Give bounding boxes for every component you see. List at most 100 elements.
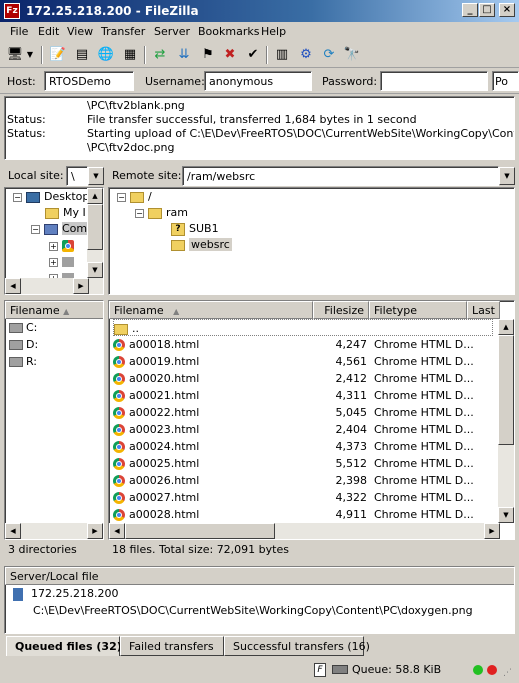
remote-list-hscroll[interactable]: ◀ ▶ <box>109 523 500 539</box>
remote-col-filesize[interactable]: Filesize <box>313 301 369 319</box>
chrome-html-icon <box>113 492 125 504</box>
chrome-html-icon <box>113 339 125 351</box>
toggle-queue-icon[interactable]: ▦ <box>120 45 140 65</box>
tree-item-root[interactable]: − / <box>117 189 152 205</box>
menu-help[interactable]: Help <box>261 25 286 38</box>
tree-item-mydocs[interactable]: My I <box>45 205 86 221</box>
maximize-button[interactable]: □ <box>479 3 495 17</box>
disconnect-icon[interactable]: ✖ <box>220 45 240 65</box>
tree-item-websrc[interactable]: websrc <box>171 237 232 253</box>
table-row[interactable]: a00028.html 4,911 Chrome HTML D... <box>109 506 499 523</box>
table-row[interactable]: a00025.html 5,512 Chrome HTML D... <box>109 455 499 472</box>
local-col-filename[interactable]: Filename ▲ <box>5 301 103 319</box>
table-row[interactable]: a00027.html 4,322 Chrome HTML D... <box>109 489 499 506</box>
list-item[interactable]: D: <box>9 336 38 353</box>
reconnect-icon[interactable]: ✔ <box>243 45 263 65</box>
file-size: 4,373 <box>335 440 368 453</box>
resize-grip-icon[interactable]: ⋰ <box>503 668 515 680</box>
toggle-tree-local-icon[interactable]: ▤ <box>72 45 92 65</box>
file-name: a00018.html <box>129 338 200 351</box>
local-file-list[interactable]: Filename ▲ C: D: R: ◀ ▶ <box>4 300 104 540</box>
local-site-dropdown-icon[interactable]: ▼ <box>88 167 104 185</box>
remote-site-label: Remote site: <box>112 169 182 182</box>
tree-item-computer[interactable]: − Com <box>31 221 88 237</box>
file-size: 4,561 <box>335 355 368 368</box>
tab-queued-files[interactable]: Queued files (32) <box>6 636 122 656</box>
file-name: a00019.html <box>129 355 200 368</box>
username-input[interactable]: anonymous <box>204 71 312 91</box>
tab-failed-transfers[interactable]: Failed transfers <box>120 636 224 656</box>
remote-site-input[interactable]: /ram/websrc <box>182 166 499 186</box>
queue-file-row[interactable]: C:\E\Dev\FreeRTOS\DOC\CurrentWebSite\Wor… <box>33 602 473 619</box>
toggle-tree-remote-icon[interactable]: 🌐 <box>96 45 116 65</box>
sync-browse-icon[interactable]: ⟳ <box>319 45 339 65</box>
local-list-hscroll[interactable]: ◀ ▶ <box>5 523 103 539</box>
host-input[interactable]: RTOSDemo <box>44 71 134 91</box>
tab-successful-transfers[interactable]: Successful transfers (16) <box>224 636 370 656</box>
port-input[interactable]: Po <box>492 71 519 91</box>
menu-file[interactable]: File <box>10 25 28 38</box>
cancel-icon[interactable]: ⚑ <box>198 45 218 65</box>
file-name: a00026.html <box>129 474 200 487</box>
filter-icon[interactable]: ▥ <box>272 45 292 65</box>
password-input[interactable] <box>380 71 488 91</box>
menu-view[interactable]: View <box>67 25 93 38</box>
compare-icon[interactable]: ⚙ <box>296 45 316 65</box>
table-row[interactable]: a00020.html 2,412 Chrome HTML D... <box>109 370 499 387</box>
remote-col-last[interactable]: Last <box>467 301 500 319</box>
remote-col-filetype[interactable]: Filetype <box>369 301 467 319</box>
table-row[interactable]: a00023.html 2,404 Chrome HTML D... <box>109 421 499 438</box>
refresh-icon[interactable]: ⇄ <box>150 45 170 65</box>
table-row[interactable]: a00021.html 4,311 Chrome HTML D... <box>109 387 499 404</box>
toolbar: 🖥 ▼ 📝 ▤ 🌐 ▦ ⇄ ⇊ ⚑ ✖ ✔ ▥ ⚙ ⟳ 🔭 <box>0 42 519 68</box>
tree-item-sub1[interactable]: ? SUB1 <box>171 221 219 237</box>
remote-site-dropdown-icon[interactable]: ▼ <box>499 167 515 185</box>
speed-limit-icon[interactable] <box>332 665 348 674</box>
filezilla-app-icon[interactable]: Fz <box>4 3 20 19</box>
menu-bookmarks[interactable]: Bookmarks <box>198 25 259 38</box>
site-manager-icon[interactable]: 🖥 <box>5 45 25 65</box>
local-tree[interactable]: −Desktop My I −Com + + + ▲ ▼ ◀ ▶ <box>4 187 104 295</box>
search-icon[interactable]: 🔭 <box>342 45 362 65</box>
queue-col-server-local[interactable]: Server/Local file <box>5 567 514 585</box>
local-tree-vscroll[interactable]: ▲ ▼ <box>87 188 103 278</box>
tree-item-ram[interactable]: − ram <box>135 205 188 221</box>
window-title: 172.25.218.200 - FileZilla <box>26 4 199 18</box>
menu-edit[interactable]: Edit <box>38 25 59 38</box>
menu-transfer[interactable]: Transfer <box>101 25 145 38</box>
chrome-html-icon <box>113 390 125 402</box>
dropdown-icon[interactable]: ▼ <box>24 45 36 65</box>
tree-item-drive[interactable]: + <box>49 238 78 254</box>
menu-server[interactable]: Server <box>154 25 190 38</box>
list-item[interactable]: C: <box>9 319 37 336</box>
chrome-html-icon <box>113 509 125 521</box>
download-led-icon <box>487 665 497 675</box>
table-row[interactable]: a00026.html 2,398 Chrome HTML D... <box>109 472 499 489</box>
close-button[interactable]: × <box>499 3 515 17</box>
table-row[interactable]: a00022.html 5,045 Chrome HTML D... <box>109 404 499 421</box>
chrome-html-icon <box>113 475 125 487</box>
minimize-button[interactable]: _ <box>462 3 478 17</box>
remote-file-list[interactable]: Filename ▲ Filesize Filetype Last .. a00… <box>108 300 515 540</box>
file-size: 5,512 <box>335 457 368 470</box>
table-row[interactable]: a00019.html 4,561 Chrome HTML D... <box>109 353 499 370</box>
process-queue-icon[interactable]: ⇊ <box>174 45 194 65</box>
remote-list-vscroll[interactable]: ▲ ▼ <box>498 319 514 523</box>
table-row[interactable]: .. <box>113 319 493 336</box>
table-row[interactable]: a00024.html 4,373 Chrome HTML D... <box>109 438 499 455</box>
table-row[interactable]: a00018.html 4,247 Chrome HTML D... <box>109 336 499 353</box>
tree-item-drive[interactable]: + <box>49 254 74 270</box>
local-tree-hscroll[interactable]: ◀ ▶ <box>5 278 103 294</box>
tree-item-desktop[interactable]: − Desktop <box>13 189 89 205</box>
local-site-input[interactable]: \ <box>66 166 88 186</box>
transfer-queue[interactable]: Server/Local file 172.25.218.200 C:\E\De… <box>4 566 515 634</box>
list-item[interactable]: R: <box>9 353 37 370</box>
queue-server-row[interactable]: 172.25.218.200 <box>13 585 118 602</box>
toggle-log-icon[interactable]: 📝 <box>48 45 68 65</box>
remote-col-filename[interactable]: Filename ▲ <box>109 301 313 319</box>
file-type: Chrome HTML D... <box>374 338 474 351</box>
title-bar[interactable]: Fz 172.25.218.200 - FileZilla _ □ × <box>0 0 519 22</box>
message-log[interactable]: \PC\ftv2blank.png Status: File transfer s… <box>4 96 515 160</box>
remote-tree[interactable]: − / − ram ? SUB1 websrc <box>108 187 515 295</box>
chrome-html-icon <box>113 407 125 419</box>
